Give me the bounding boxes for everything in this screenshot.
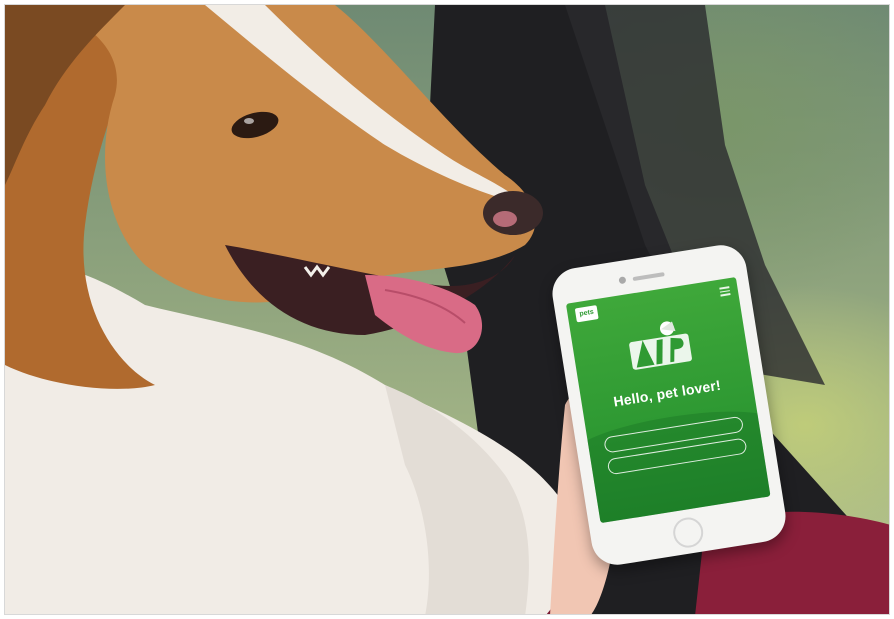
vip-hero-illustration [629,321,692,370]
dog-eye-glint [244,118,254,124]
app-logo: pets [574,305,599,323]
photo: pets Hello, pet lover! [4,4,890,615]
app-logo-text: pets [578,308,595,318]
dog-nose [483,191,543,235]
phone-screen: pets Hello, pet lover! [565,276,771,524]
greeting-title: Hello, pet lover! [612,376,722,410]
menu-icon[interactable] [719,286,731,297]
dog-nose-pink [493,211,517,227]
